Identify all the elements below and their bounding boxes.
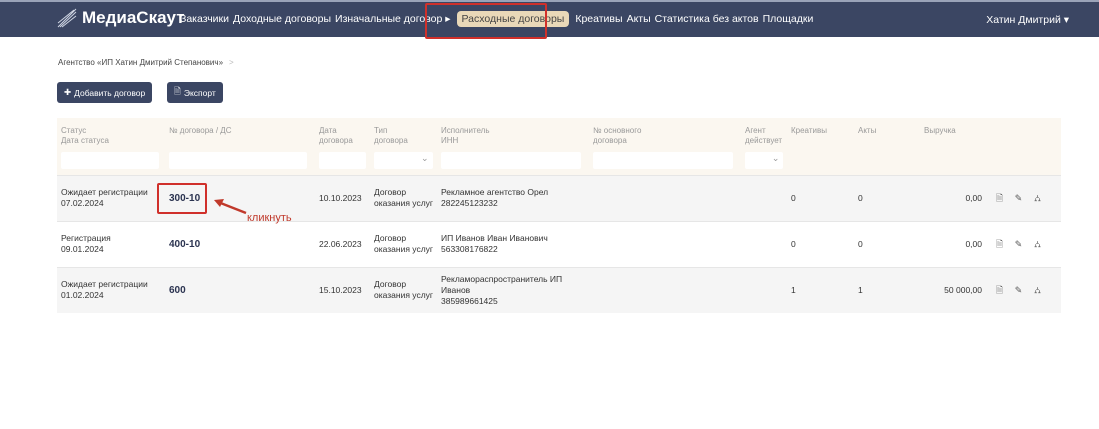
creatives-cell: 0 xyxy=(787,220,854,267)
status-cell: Ожидает регистрации 07.02.2024 xyxy=(57,174,165,221)
file-icon: 🗎 xyxy=(174,85,181,96)
logo-rays-icon xyxy=(57,8,77,28)
date-cell: 15.10.2023 xyxy=(315,266,370,313)
add-contract-label: Добавить договор xyxy=(74,87,146,98)
hierarchy-icon[interactable]: ⛼ xyxy=(1032,239,1043,250)
edit-pencil-icon[interactable]: ✎ xyxy=(1013,239,1024,250)
status-cell: Ожидает регистрации 01.02.2024 xyxy=(57,266,165,313)
agent-cell xyxy=(741,174,787,221)
hierarchy-icon[interactable]: ⛼ xyxy=(1032,285,1043,296)
revenue-cell: 0,00 xyxy=(920,174,990,221)
add-contract-button[interactable]: ✚ Добавить договор xyxy=(57,82,153,103)
document-icon[interactable]: 🗎 xyxy=(994,239,1005,250)
nav-income-contracts[interactable]: Доходные договоры xyxy=(233,11,331,27)
main-contract-cell xyxy=(589,174,741,221)
annotation-click-note: кликнуть xyxy=(247,212,292,224)
breadcrumb-agency[interactable]: Агентство «ИП Хатин Дмитрий Степанович» xyxy=(58,58,223,67)
nav-acts[interactable]: Акты xyxy=(627,11,651,27)
executor-cell: Рекламораспространитель ИП Иванов 3859896… xyxy=(437,266,589,313)
breadcrumb: Агентство «ИП Хатин Дмитрий Степанович» > xyxy=(58,58,234,67)
col-executor: Исполнитель ИНН xyxy=(437,118,589,175)
brand-logo[interactable]: МедиаСкаут xyxy=(56,8,185,28)
type-cell: Договор оказания услуг xyxy=(370,266,437,313)
annotation-arrow-icon xyxy=(214,199,247,215)
status-cell: Регистрация 09.01.2024 xyxy=(57,220,165,267)
executor-cell: ИП Иванов Иван Иванович 563308176822 xyxy=(437,220,589,267)
table-row: Ожидает регистрации 07.02.2024 300-10 10.… xyxy=(57,174,1061,221)
header-row: Статус Дата статуса № договора / ДС Дата д… xyxy=(57,118,1061,175)
nav-platforms[interactable]: Площадки xyxy=(763,11,814,27)
highlight-contract-box xyxy=(157,183,207,214)
date-filter-input[interactable] xyxy=(319,152,367,169)
actions-cell: 🗎 ✎ ⛼ xyxy=(990,174,1061,221)
date-cell: 22.06.2023 xyxy=(315,220,370,267)
user-menu[interactable]: Хатин Дмитрий ▾ xyxy=(986,14,1069,26)
highlight-nav-box xyxy=(425,3,547,39)
export-button[interactable]: 🗎 Экспорт xyxy=(167,82,223,103)
plus-icon: ✚ xyxy=(64,87,72,97)
document-icon[interactable]: 🗎 xyxy=(994,193,1005,204)
edit-pencil-icon[interactable]: ✎ xyxy=(1013,193,1024,204)
breadcrumb-separator: > xyxy=(229,58,234,67)
nav-customers[interactable]: Заказчики xyxy=(180,11,229,27)
col-acts: Акты xyxy=(858,126,877,135)
nav-creatives[interactable]: Креативы xyxy=(575,11,622,27)
main-contract-cell xyxy=(589,266,741,313)
revenue-cell: 0,00 xyxy=(920,220,990,267)
col-revenue: Выручка xyxy=(924,126,956,135)
date-cell: 10.10.2023 xyxy=(315,174,370,221)
contract-number-link[interactable]: 600 xyxy=(165,266,315,313)
nav-statistics[interactable]: Статистика без актов xyxy=(655,11,759,27)
agent-cell xyxy=(741,220,787,267)
main-contract-cell xyxy=(589,220,741,267)
type-cell: Договор оказания услуг xyxy=(370,220,437,267)
col-status: Статус Дата статуса xyxy=(57,118,165,175)
acts-cell: 0 xyxy=(854,174,920,221)
agent-filter-select[interactable] xyxy=(745,152,784,169)
col-number: № договора / ДС xyxy=(165,118,315,175)
col-main-contract: № основного договора xyxy=(589,118,741,175)
table-row: Ожидает регистрации 01.02.2024 600 15.10.… xyxy=(57,266,1061,313)
document-icon[interactable]: 🗎 xyxy=(994,285,1005,296)
contract-number-link[interactable]: 400-10 xyxy=(165,220,315,267)
hierarchy-icon[interactable]: ⛼ xyxy=(1032,193,1043,204)
status-filter-input[interactable] xyxy=(61,152,159,169)
acts-cell: 0 xyxy=(854,220,920,267)
creatives-cell: 1 xyxy=(787,266,854,313)
col-creatives: Креативы xyxy=(791,126,827,135)
actions-cell: 🗎 ✎ ⛼ xyxy=(990,266,1061,313)
creatives-cell: 0 xyxy=(787,174,854,221)
revenue-cell: 50 000,00 xyxy=(920,266,990,313)
executor-cell: Рекламное агентство Орел 282245123232 xyxy=(437,174,589,221)
executor-filter-input[interactable] xyxy=(441,152,582,169)
number-filter-input[interactable] xyxy=(169,152,308,169)
type-cell: Договор оказания услуг xyxy=(370,174,437,221)
acts-cell: 1 xyxy=(854,266,920,313)
top-navbar: МедиаСкаут Заказчики Доходные договоры И… xyxy=(0,0,1099,37)
table-row: Регистрация 09.01.2024 400-10 22.06.2023 … xyxy=(57,220,1061,267)
actions-cell: 🗎 ✎ ⛼ xyxy=(990,220,1061,267)
brand-name: МедиаСкаут xyxy=(82,8,185,27)
col-type: Тип договора xyxy=(370,118,437,175)
col-actions xyxy=(990,118,1061,175)
export-label: Экспорт xyxy=(183,87,216,98)
edit-pencil-icon[interactable]: ✎ xyxy=(1013,285,1024,296)
contracts-table: Статус Дата статуса № договора / ДС Дата д… xyxy=(57,118,1061,313)
col-date: Дата договора xyxy=(315,118,370,175)
type-filter-select[interactable] xyxy=(374,152,433,169)
agent-cell xyxy=(741,266,787,313)
main-contract-filter-input[interactable] xyxy=(593,152,734,169)
col-agent: Агент действует xyxy=(741,118,787,175)
